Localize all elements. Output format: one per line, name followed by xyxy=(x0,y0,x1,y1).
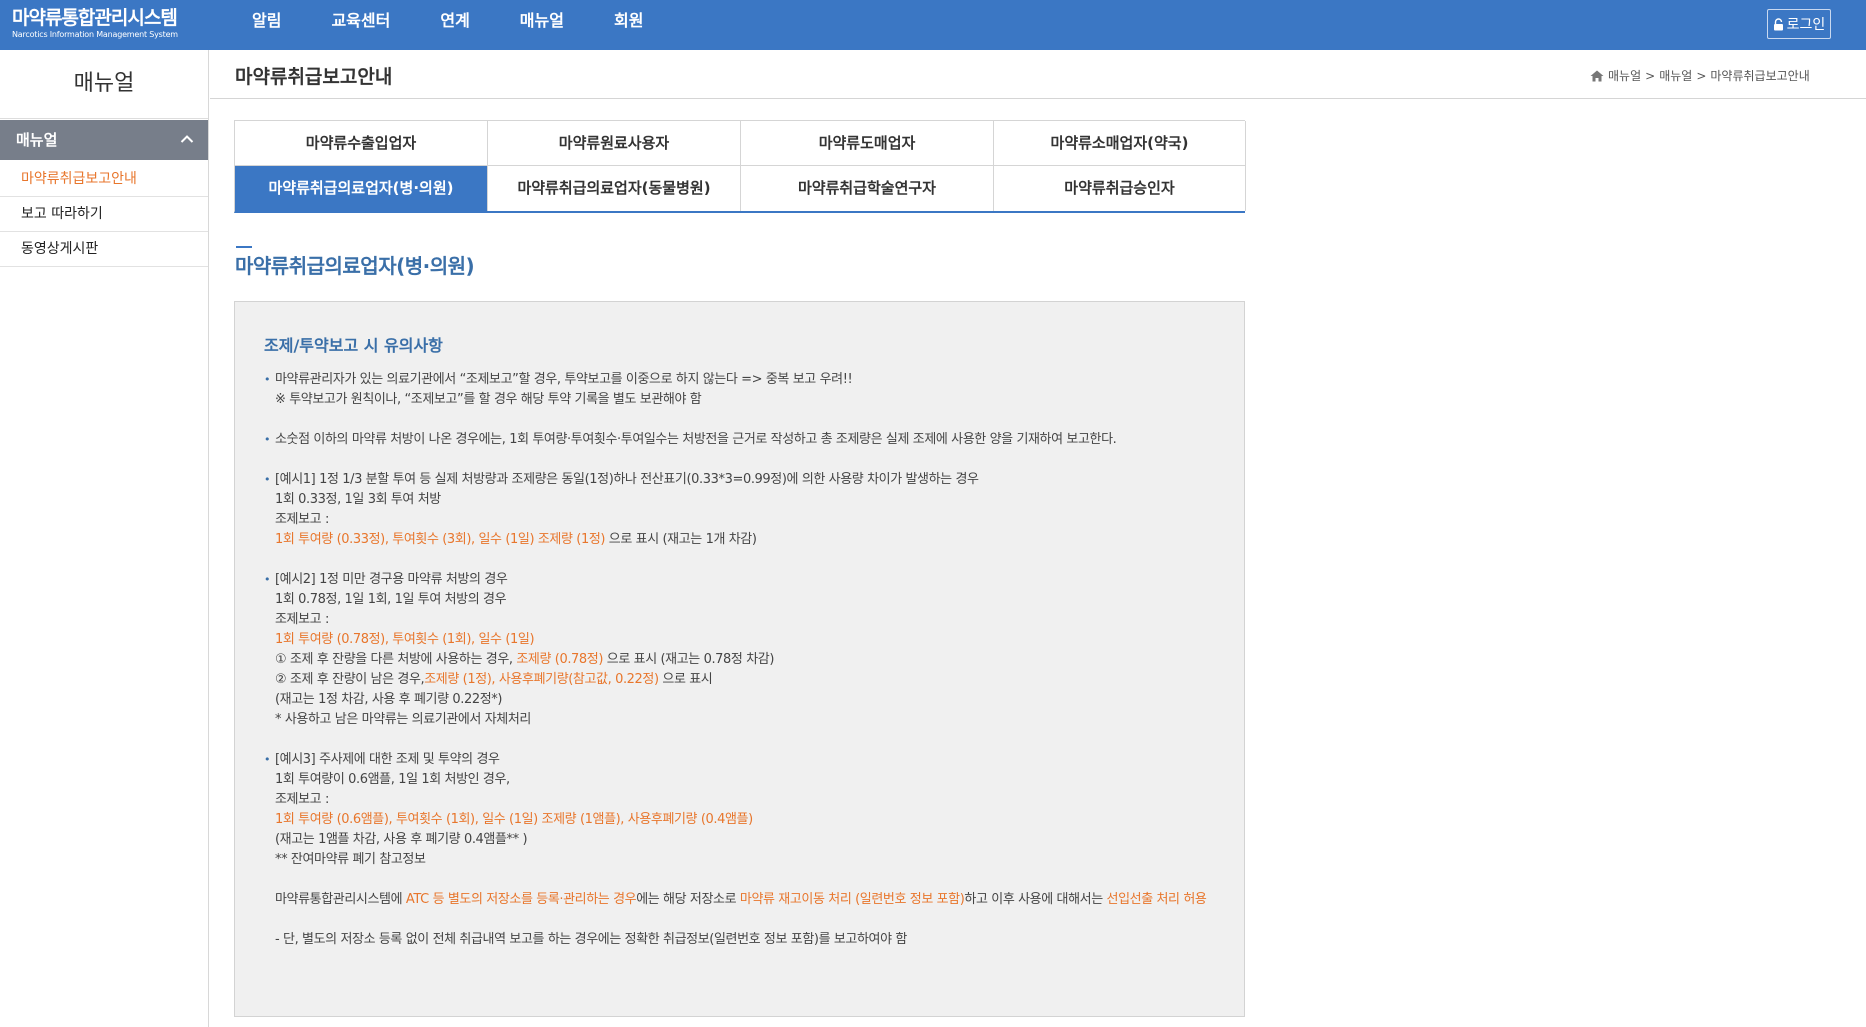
tab-academic-researcher[interactable]: 마약류취급학술연구자 xyxy=(741,166,994,211)
notice-text: - 단, 별도의 저장소 등록 없이 전체 취급내역 보고를 하는 경우에는 정… xyxy=(275,932,907,947)
notice-text: [예시2] 1정 미만 경구용 마약류 처방의 경우 xyxy=(275,572,508,587)
tab-medical-hospital[interactable]: 마약류취급의료업자(병·의원) xyxy=(235,166,488,211)
nav-item-alerts[interactable]: 알림 xyxy=(252,0,281,50)
logo-subtitle: Narcotics Information Management System xyxy=(12,30,178,39)
notice-text: 으로 표시 (재고는 1개 차감) xyxy=(605,532,757,547)
notice-text: 마약류통합관리시스템에 ATC 등 별도의 저장소를 등록·관리하는 경우에는 … xyxy=(275,890,1224,910)
highlight-text: ATC 등 별도의 저장소를 등록·관리하는 경우 xyxy=(405,892,637,907)
page-title: 마약류취급보고안내 xyxy=(235,66,393,88)
notice-text: 1회 투여량이 0.6앰플, 1일 1회 처방인 경우, xyxy=(275,772,510,787)
notice-text: 하고 이후 사용에 대해서는 xyxy=(964,892,1107,907)
notice-text: 조제보고 : xyxy=(275,612,329,627)
chevron-up-icon xyxy=(180,135,194,143)
tab-medical-animal-hospital[interactable]: 마약류취급의료업자(동물병원) xyxy=(488,166,741,211)
notice-box: 조제/투약보고 시 유의사항 마약류관리자가 있는 의료기관에서 “조제보고”할… xyxy=(234,301,1245,1017)
highlight-text: 선입선출 처리 허용 xyxy=(1106,892,1207,907)
notice-list: 마약류관리자가 있는 의료기관에서 “조제보고”할 경우, 투약보고를 이중으로… xyxy=(264,370,1224,950)
notice-text: 마약류관리자가 있는 의료기관에서 “조제보고”할 경우, 투약보고를 이중으로… xyxy=(275,372,853,387)
notice-text: 1회 0.78정, 1일 1회, 1일 투여 처방의 경우 xyxy=(275,592,507,607)
tab-approved-handler[interactable]: 마약류취급승인자 xyxy=(994,166,1246,211)
section-title-marker xyxy=(236,246,252,248)
highlight-text: 조제량 (0.78정) xyxy=(516,652,604,667)
breadcrumb-separator: > xyxy=(1645,68,1656,83)
sidebar-item-report-tutorial[interactable]: 보고 따라하기 xyxy=(0,197,208,232)
section-title: 마약류취급의료업자(병·의원) xyxy=(235,254,475,278)
notice-text: 에는 해당 저장소로 xyxy=(636,892,740,907)
highlight-text: 마약류 재고이동 처리 (일련번호 정보 포함) xyxy=(739,892,965,907)
notice-item-example-2: [예시2] 1정 미만 경구용 마약류 처방의 경우 1회 0.78정, 1일 … xyxy=(264,570,1224,730)
sidebar-item-report-guide[interactable]: 마약류취급보고안내 xyxy=(0,162,208,197)
notice-item-example-3: [예시3] 주사제에 대한 조제 및 투약의 경우 1회 투여량이 0.6앰플,… xyxy=(264,750,1224,870)
notice-text: 조제보고 : xyxy=(275,792,329,807)
sidebar-group-label: 매뉴얼 xyxy=(16,131,58,149)
notice-text: [예시1] 1정 1/3 분할 투여 등 실제 처방량과 조제량은 동일(1정)… xyxy=(275,472,979,487)
notice-text: (재고는 1앰플 차감, 사용 후 폐기량 0.4앰플** ) xyxy=(275,832,528,847)
lock-icon xyxy=(1773,17,1783,30)
sidebar: 매뉴얼 매뉴얼 마약류취급보고안내 보고 따라하기 동영상게시판 xyxy=(0,50,209,1027)
notice-text: 으로 표시 xyxy=(658,672,713,687)
login-button[interactable]: 로그인 xyxy=(1767,9,1831,39)
notice-text: ※ 투약보고가 원칙이나, “조제보고”를 할 경우 해당 투약 기록을 별도 … xyxy=(275,392,702,407)
notice-text: (재고는 1정 차감, 사용 후 폐기량 0.22정*) xyxy=(275,692,503,707)
tab-wholesaler[interactable]: 마약류도매업자 xyxy=(741,121,994,166)
highlight-text: 1회 투여량 (0.78정), 투여횟수 (1회), 일수 (1일) xyxy=(275,632,535,647)
nav-item-member[interactable]: 회원 xyxy=(614,0,643,50)
sidebar-title: 매뉴얼 xyxy=(0,50,208,119)
nav-item-education[interactable]: 교육센터 xyxy=(331,0,390,50)
notice-text: 1회 투여량 (0.33정), 투여횟수 (3회), 일수 (1일) 조제량 (… xyxy=(275,530,1224,550)
tab-import-export[interactable]: 마약류수출입업자 xyxy=(235,121,488,166)
notice-text: 마약류통합관리시스템에 xyxy=(275,892,406,907)
highlight-text: 1회 투여량 (0.33정), 투여횟수 (3회), 일수 (1일) 조제량 (… xyxy=(275,532,606,547)
notice-item-example-1: [예시1] 1정 1/3 분할 투여 등 실제 처방량과 조제량은 동일(1정)… xyxy=(264,470,1224,550)
login-label: 로그인 xyxy=(1786,17,1826,33)
storage-exception-note: - 단, 별도의 저장소 등록 없이 전체 취급내역 보고를 하는 경우에는 정… xyxy=(264,930,1224,950)
notice-text: 으로 표시 (재고는 0.78정 차감) xyxy=(603,652,775,667)
nav-item-integration[interactable]: 연계 xyxy=(440,0,469,50)
breadcrumb-current: 마약류취급보고안내 xyxy=(1710,69,1810,83)
logo-title: 마약류통합관리시스템 xyxy=(12,7,178,29)
notice-text: * 사용하고 남은 마약류는 의료기관에서 자체처리 xyxy=(275,712,531,727)
global-nav: 알림 교육센터 연계 매뉴얼 회원 xyxy=(252,0,693,50)
notice-item: 소숫점 이하의 마약류 처방이 나온 경우에는, 1회 투여량·투여횟수·투여일… xyxy=(264,430,1224,450)
notice-text: [예시3] 주사제에 대한 조제 및 투약의 경우 xyxy=(275,752,500,767)
highlight-text: 1회 투여량 (0.6앰플), 투여횟수 (1회), 일수 (1일) 조제량 (… xyxy=(275,812,753,827)
highlight-text: 조제량 (1정), 사용후폐기량(참고값, 0.22정) xyxy=(424,672,659,687)
breadcrumb-item[interactable]: 매뉴얼 xyxy=(1659,67,1692,84)
notice-text: 조제보고 : xyxy=(275,512,329,527)
title-divider xyxy=(210,98,1866,99)
breadcrumb-item[interactable]: 매뉴얼 xyxy=(1608,67,1641,84)
notice-box-title: 조제/투약보고 시 유의사항 xyxy=(264,336,443,355)
storage-note: 마약류통합관리시스템에 ATC 등 별도의 저장소를 등록·관리하는 경우에는 … xyxy=(264,890,1224,910)
nav-item-manual[interactable]: 매뉴얼 xyxy=(520,0,564,50)
tab-retailer-pharmacy[interactable]: 마약류소매업자(약국) xyxy=(994,121,1246,166)
notice-text: 소숫점 이하의 마약류 처방이 나온 경우에는, 1회 투여량·투여횟수·투여일… xyxy=(275,432,1117,447)
notice-text: ① 조제 후 잔량을 다른 처방에 사용하는 경우, xyxy=(275,652,517,667)
notice-text: ② 조제 후 잔량이 남은 경우, xyxy=(275,672,425,687)
home-icon[interactable] xyxy=(1590,70,1604,82)
notice-text: ② 조제 후 잔량이 남은 경우,조제량 (1정), 사용후폐기량(참고값, 0… xyxy=(275,670,1224,690)
notice-text: ① 조제 후 잔량을 다른 처방에 사용하는 경우, 조제량 (0.78정) 으… xyxy=(275,650,1224,670)
sidebar-list: 마약류취급보고안내 보고 따라하기 동영상게시판 xyxy=(0,162,208,267)
notice-item: 마약류관리자가 있는 의료기관에서 “조제보고”할 경우, 투약보고를 이중으로… xyxy=(264,370,1224,410)
site-logo[interactable]: 마약류통합관리시스템 Narcotics Information Managem… xyxy=(12,7,178,40)
sidebar-item-video-board[interactable]: 동영상게시판 xyxy=(0,232,208,267)
top-header: 마약류통합관리시스템 Narcotics Information Managem… xyxy=(0,0,1866,50)
breadcrumb-separator: > xyxy=(1696,68,1707,83)
category-tabs: 마약류수출입업자 마약류원료사용자 마약류도매업자 마약류소매업자(약국) 마약… xyxy=(234,120,1246,213)
sidebar-group-manual[interactable]: 매뉴얼 xyxy=(0,120,208,160)
notice-text: 1회 0.33정, 1일 3회 투여 처방 xyxy=(275,492,441,507)
tab-raw-material-user[interactable]: 마약류원료사용자 xyxy=(488,121,741,166)
breadcrumb: 매뉴얼 > 매뉴얼 > 마약류취급보고안내 xyxy=(1590,67,1810,84)
notice-text: ** 잔여마약류 폐기 참고정보 xyxy=(275,852,426,867)
